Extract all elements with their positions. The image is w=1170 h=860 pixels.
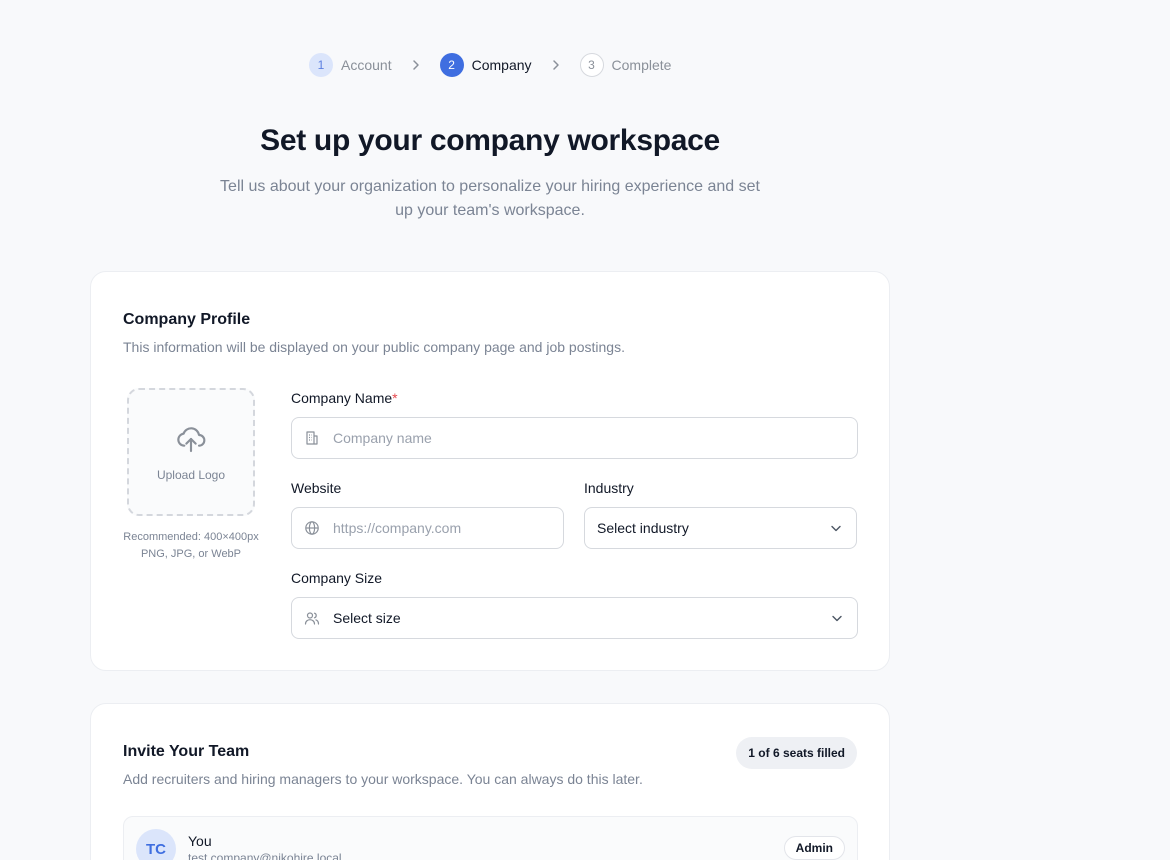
team-member-row: TC You test.company@nikohire.local Admin (123, 816, 858, 860)
chevron-down-icon (829, 521, 843, 535)
member-name: You (188, 833, 212, 849)
page-subtitle: Tell us about your organization to perso… (220, 178, 760, 219)
upload-hint-size: Recommended: 400×400px (123, 531, 259, 543)
company-name-input[interactable]: Company name (291, 417, 858, 459)
company-size-select-value: Select size (333, 610, 401, 626)
step-company[interactable]: 2 Company (439, 53, 532, 77)
website-placeholder: https://company.com (333, 520, 462, 536)
website-input[interactable]: https://company.com (291, 507, 564, 549)
globe-icon (304, 520, 320, 536)
company-size-label: Company Size (291, 570, 383, 586)
card-title: Invite Your Team (123, 743, 250, 760)
seats-badge: 1 of 6 seats filled (736, 737, 857, 769)
step-complete[interactable]: 3 Complete (579, 53, 672, 77)
step-number: 3 (579, 53, 604, 77)
upload-logo-label: Upload Logo (156, 467, 226, 482)
upload-hint-formats: PNG, JPG, or WebP (140, 548, 242, 560)
company-name-label-text: Company Name (291, 390, 393, 406)
industry-select-value: Select industry (597, 520, 689, 536)
role-badge: Admin (783, 836, 845, 860)
stepper: 1 Account 2 Company 3 Complete (309, 53, 671, 77)
step-label: Company (471, 57, 532, 73)
member-email: test.company@nikohire.local (188, 851, 342, 860)
company-name-placeholder: Company name (333, 430, 432, 446)
chevron-down-icon (830, 611, 844, 625)
upload-cloud-icon (175, 423, 207, 460)
company-profile-card: Company Profile This information will be… (90, 271, 890, 671)
avatar: TC (136, 829, 176, 860)
step-label: Complete (611, 57, 672, 73)
building-icon (304, 430, 320, 446)
chevron-right-icon (532, 59, 580, 71)
step-number: 2 (439, 53, 464, 77)
required-mark: * (392, 390, 398, 406)
chevron-right-icon (392, 59, 440, 71)
industry-select[interactable]: Select industry (584, 507, 857, 549)
upload-hint: Recommended: 400×400px PNG, JPG, or WebP (111, 529, 271, 563)
step-number: 1 (309, 53, 333, 77)
page-title: Set up your company workspace (260, 124, 720, 157)
industry-label: Industry (584, 480, 634, 496)
card-title: Company Profile (123, 311, 251, 328)
card-description: This information will be displayed on yo… (123, 339, 625, 355)
invite-team-card: Invite Your Team 1 of 6 seats filled Add… (90, 703, 890, 860)
company-name-label: Company Name* (291, 390, 398, 406)
card-description: Add recruiters and hiring managers to yo… (123, 771, 643, 787)
step-label: Account (341, 57, 392, 73)
users-icon (304, 610, 320, 626)
company-size-select[interactable]: Select size (291, 597, 858, 639)
step-account[interactable]: 1 Account (309, 53, 392, 77)
upload-logo-button[interactable]: Upload Logo (127, 388, 255, 516)
website-label: Website (291, 480, 342, 496)
